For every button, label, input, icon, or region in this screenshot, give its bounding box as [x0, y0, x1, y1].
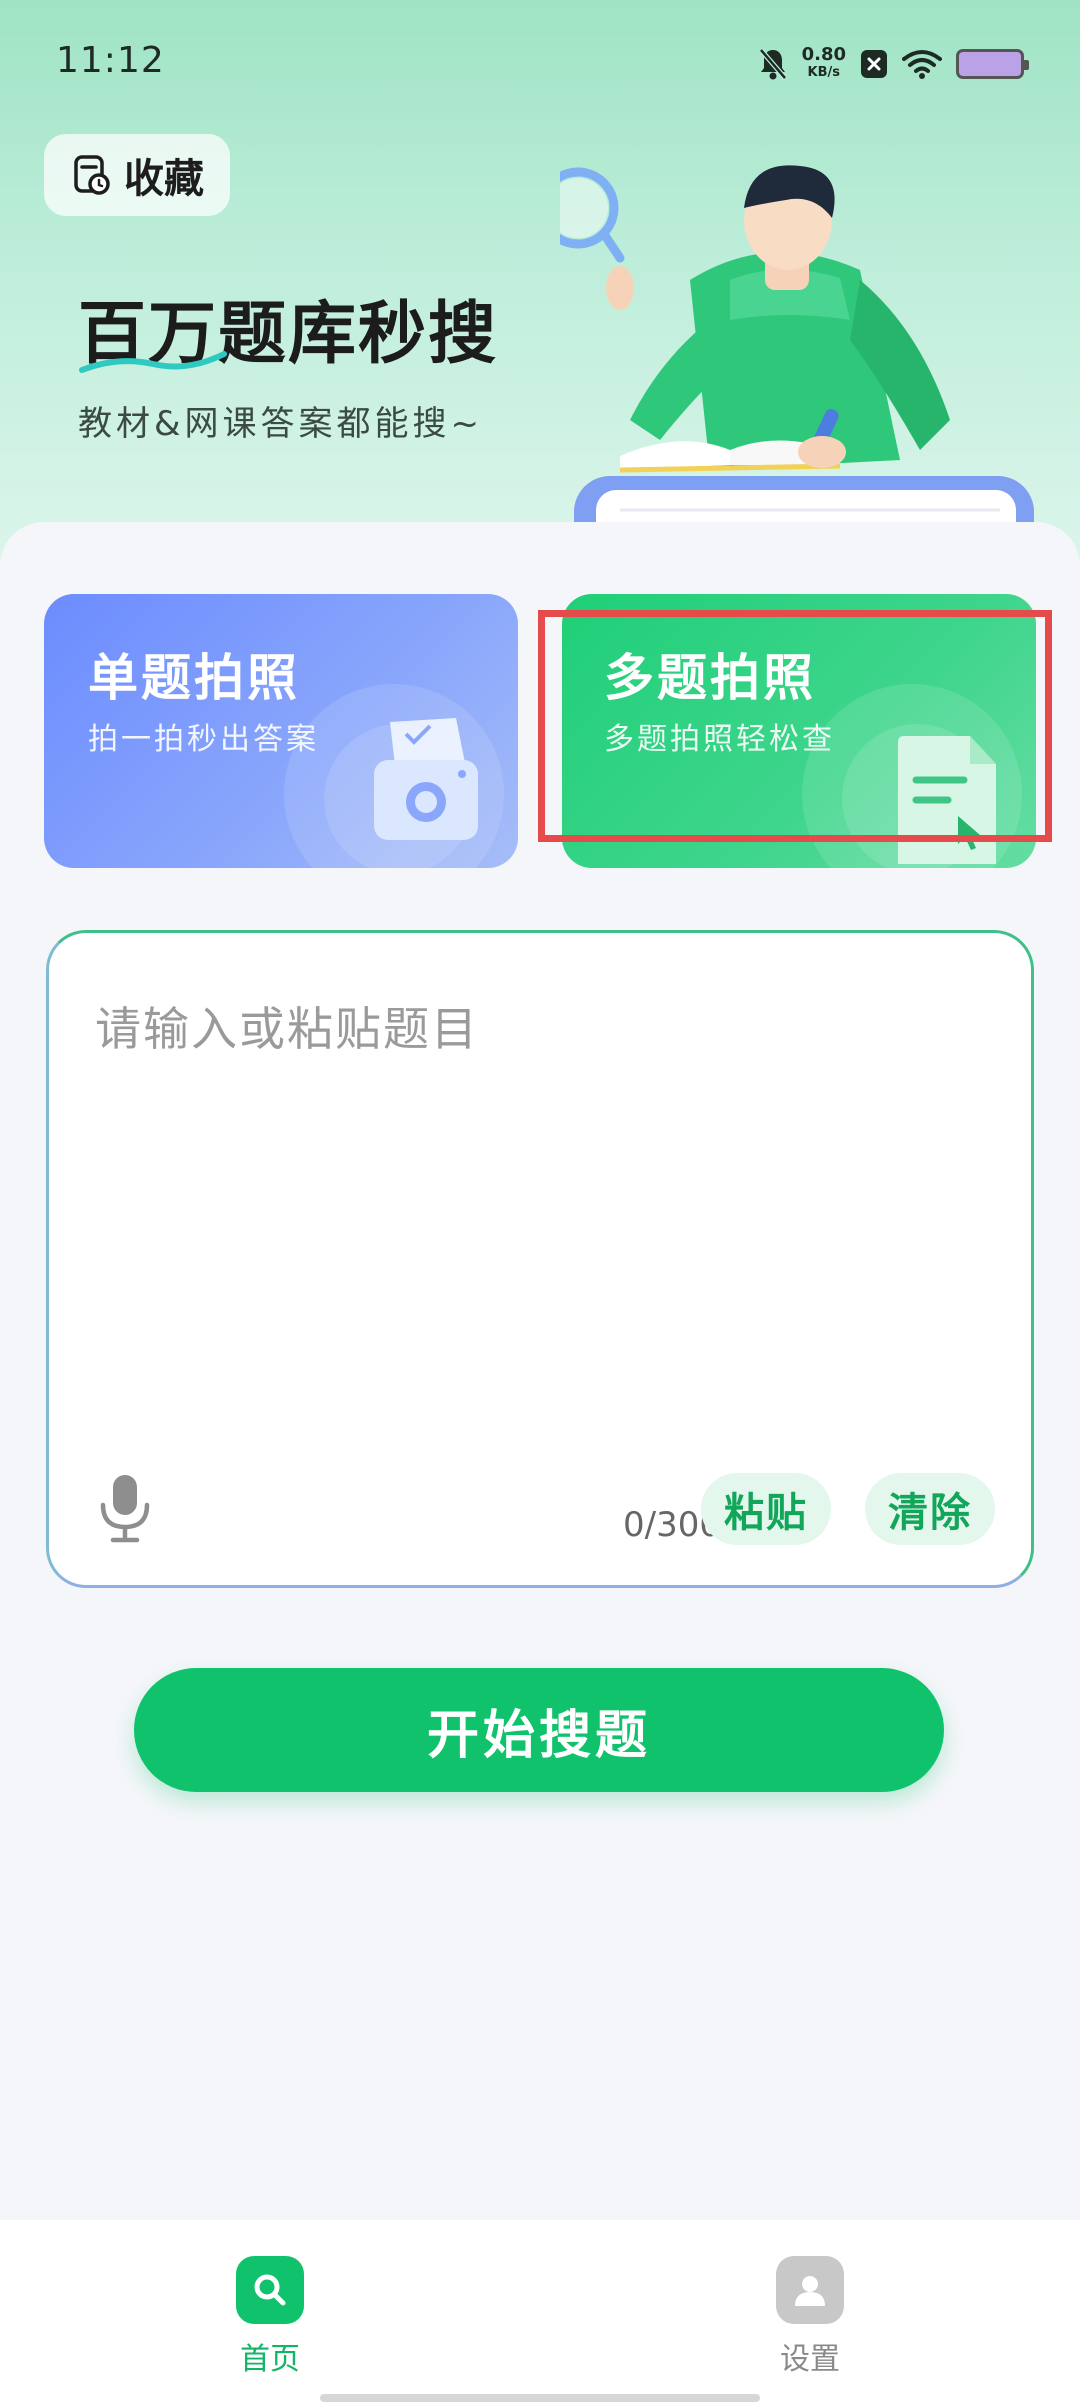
bookmark-clock-icon	[74, 155, 110, 195]
start-search-button[interactable]: 开始搜题	[134, 1668, 944, 1792]
net-speed-value: 0.80	[801, 44, 846, 65]
multi-photo-card[interactable]: 多题拍照 多题拍照轻松查	[562, 594, 1036, 868]
nav-label-home: 首页	[240, 2342, 300, 2377]
multi-photo-desc: 多题拍照轻松查	[604, 722, 835, 757]
title-underline-decoration	[79, 351, 227, 373]
bell-muted-icon	[758, 48, 787, 80]
user-icon	[776, 2256, 844, 2324]
microphone-icon[interactable]	[95, 1473, 155, 1545]
favorites-button[interactable]: 收藏	[44, 134, 230, 216]
document-icon	[898, 736, 996, 864]
status-time: 11:12	[56, 40, 165, 81]
page-subtitle: 教材&网课答案都能搜~	[78, 404, 484, 444]
single-photo-title: 单题拍照	[88, 649, 300, 707]
single-photo-card[interactable]: 单题拍照 拍一拍秒出答案	[44, 594, 518, 868]
home-indicator	[320, 2394, 760, 2402]
multi-photo-title: 多题拍照	[604, 649, 816, 707]
favorites-label: 收藏	[124, 156, 204, 202]
question-input-placeholder[interactable]: 请输入或粘贴题目	[95, 993, 479, 1059]
nav-item-settings[interactable]: 设置	[710, 2256, 910, 2378]
status-bar: 11:12 0.80 KB/s	[0, 0, 1080, 120]
question-input-box[interactable]: 请输入或粘贴题目 0/300 粘贴 清除	[46, 930, 1034, 1588]
camera-icon	[374, 718, 478, 840]
nav-item-home[interactable]: 首页	[170, 2256, 370, 2378]
close-box-icon	[861, 50, 887, 78]
nav-label-settings: 设置	[780, 2342, 840, 2377]
net-speed-unit: KB/s	[807, 65, 841, 80]
search-icon	[236, 2256, 304, 2324]
bottom-nav: 首页 设置	[0, 2220, 1080, 2408]
paste-button[interactable]: 粘贴	[701, 1473, 831, 1545]
wifi-icon	[902, 50, 942, 79]
status-icons: 0.80 KB/s	[758, 40, 1029, 88]
single-photo-desc: 拍一拍秒出答案	[88, 722, 319, 757]
battery-icon	[956, 49, 1029, 79]
clear-button[interactable]: 清除	[865, 1473, 995, 1545]
net-speed: 0.80 KB/s	[802, 46, 846, 82]
char-count: 0/300	[623, 1505, 721, 1545]
